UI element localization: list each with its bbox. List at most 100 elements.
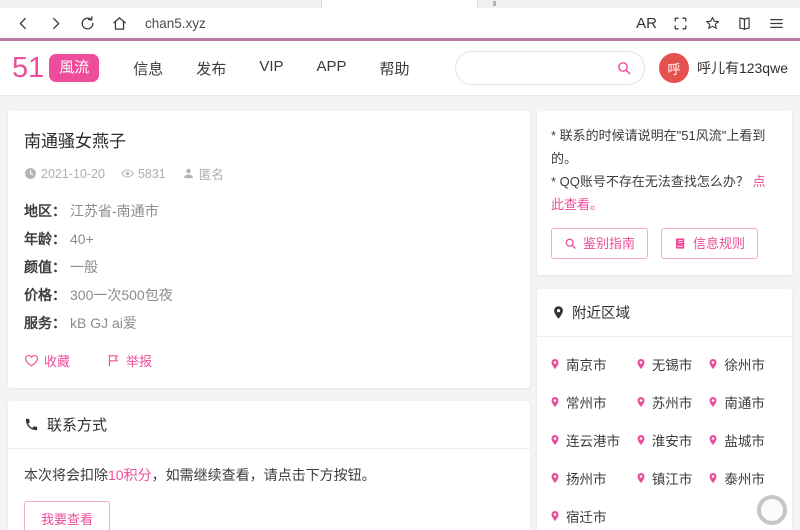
notice-buttons: 鉴别指南 信息规则 [551, 228, 778, 259]
city-label: 徐州市 [724, 354, 765, 374]
city-link[interactable]: 无锡市 [635, 345, 708, 383]
author-icon [182, 167, 195, 180]
field-value: kB GJ ai爱 [70, 315, 137, 331]
deduct-suffix: ，如需继续查看，请点击下方按钮。 [152, 467, 376, 483]
city-link[interactable]: 镇江市 [635, 459, 708, 497]
field-value: 300一次500包夜 [70, 287, 173, 303]
pin-icon [549, 510, 561, 522]
report-button[interactable]: 举报 [106, 351, 152, 370]
avatar[interactable]: 呼 [659, 53, 689, 83]
city-label: 宿迁市 [566, 506, 607, 526]
browser-tab-strip [0, 0, 800, 8]
nav-item[interactable]: VIP [259, 54, 283, 83]
toolbar-left-group: chan5.xyz [15, 15, 221, 32]
city-link[interactable]: 苏州市 [635, 383, 708, 421]
site-logo[interactable]: 51 風流 [12, 54, 99, 83]
nearby-card-header: 附近区域 [537, 289, 792, 337]
listing-title: 南通骚女燕子 [24, 127, 514, 152]
deduct-text: 本次将会扣除10积分，如需继续查看，请点击下方按钮。 [24, 465, 514, 485]
meta-views: 5831 [121, 167, 166, 181]
city-link[interactable]: 徐州市 [707, 345, 780, 383]
field-row: 年龄：40+ [24, 229, 514, 249]
contact-card-header: 联系方式 [8, 401, 530, 449]
username[interactable]: 呼儿有123qwe [697, 58, 788, 78]
heart-icon [24, 353, 39, 368]
notice-line-2-text: * QQ账号不存在无法查找怎么办？ [551, 174, 749, 189]
pin-icon [549, 472, 561, 484]
city-label: 无锡市 [652, 354, 693, 374]
field-label: 地区： [24, 203, 66, 219]
guide-button-label: 鉴别指南 [583, 237, 635, 250]
contact-body: 本次将会扣除10积分，如需继续查看，请点击下方按钮。 我要查看 升级VIP将会享… [8, 449, 530, 530]
city-link[interactable]: 连云港市 [549, 421, 635, 459]
search-icon[interactable] [616, 60, 632, 76]
field-row: 价格：300一次500包夜 [24, 285, 514, 305]
guide-button[interactable]: 鉴别指南 [551, 228, 648, 259]
field-row: 颜值：一般 [24, 257, 514, 277]
favorite-label: 收藏 [44, 351, 70, 370]
rules-button[interactable]: 信息规则 [661, 228, 758, 259]
nav-item[interactable]: APP [317, 54, 347, 83]
listing-author: 匿名 [199, 164, 224, 183]
city-label: 镇江市 [652, 468, 693, 488]
nav-item[interactable]: 发布 [196, 54, 226, 83]
home-icon[interactable] [111, 15, 128, 32]
city-link[interactable]: 南京市 [549, 345, 635, 383]
pin-icon [551, 305, 566, 320]
city-link[interactable]: 淮安市 [635, 421, 708, 459]
main-nav: 信息 发布 VIP APP 帮助 [133, 54, 409, 83]
reload-icon[interactable] [79, 15, 96, 32]
notice-line-2: * QQ账号不存在无法查找怎么办？ 点此查看。 [551, 170, 778, 216]
city-link[interactable]: 南通市 [707, 383, 780, 421]
field-value: 40+ [70, 231, 94, 247]
field-label: 价格： [24, 287, 66, 303]
back-icon[interactable] [15, 15, 32, 32]
logo-badge: 風流 [49, 54, 99, 82]
pin-icon [635, 358, 647, 370]
clock-icon [24, 167, 37, 180]
pin-icon [549, 396, 561, 408]
url-text[interactable]: chan5.xyz [145, 16, 206, 31]
favorite-button[interactable]: 收藏 [24, 351, 70, 370]
phone-icon [24, 417, 39, 432]
view-contact-button[interactable]: 我要查看 [24, 501, 110, 530]
nav-item[interactable]: 信息 [133, 54, 163, 83]
star-icon[interactable] [704, 15, 721, 32]
pin-icon [635, 396, 647, 408]
notice-card: * 联系的时候请说明在"51风流"上看到的。 * QQ账号不存在无法查找怎么办？… [537, 111, 792, 275]
back-to-top-button[interactable] [757, 495, 787, 525]
city-link[interactable]: 宿迁市 [549, 497, 635, 530]
pin-icon [549, 358, 561, 370]
contact-card: 联系方式 本次将会扣除10积分，如需继续查看，请点击下方按钮。 我要查看 升级V… [8, 401, 530, 530]
meta-date: 2021-10-20 [24, 167, 105, 181]
nav-item[interactable]: 帮助 [380, 54, 410, 83]
city-link[interactable]: 盐城市 [707, 421, 780, 459]
city-link[interactable]: 常州市 [549, 383, 635, 421]
city-link[interactable]: 扬州市 [549, 459, 635, 497]
city-label: 扬州市 [566, 468, 607, 488]
field-value: 一般 [70, 259, 98, 275]
listing-fields: 地区：江苏省-南通市 年龄：40+ 颜值：一般 价格：300一次500包夜 [24, 201, 514, 333]
listing-card: 南通骚女燕子 2021-10-20 5831 匿名 [8, 111, 530, 388]
rules-button-label: 信息规则 [693, 237, 745, 250]
pin-icon [707, 434, 719, 446]
scan-icon[interactable] [672, 15, 689, 32]
active-tab[interactable] [321, 0, 478, 8]
page-content: 南通骚女燕子 2021-10-20 5831 匿名 [0, 96, 800, 530]
left-column: 南通骚女燕子 2021-10-20 5831 匿名 [8, 111, 530, 530]
city-link[interactable]: 泰州市 [707, 459, 780, 497]
meta-author: 匿名 [182, 164, 224, 183]
field-label: 服务： [24, 315, 66, 331]
ar-mode-button[interactable]: AR [636, 15, 657, 32]
listing-date: 2021-10-20 [41, 167, 105, 181]
menu-icon[interactable] [768, 15, 785, 32]
field-label: 年龄： [24, 231, 66, 247]
contact-title: 联系方式 [47, 414, 107, 435]
reader-icon[interactable] [736, 15, 753, 32]
logo-prefix: 51 [12, 54, 44, 83]
forward-icon[interactable] [47, 15, 64, 32]
right-column: * 联系的时候请说明在"51风流"上看到的。 * QQ账号不存在无法查找怎么办？… [537, 111, 792, 530]
listing-views: 5831 [138, 167, 166, 181]
field-value: 江苏省-南通市 [70, 203, 159, 219]
nearby-card: 附近区域 南京市 无锡市 徐州市 [537, 289, 792, 530]
